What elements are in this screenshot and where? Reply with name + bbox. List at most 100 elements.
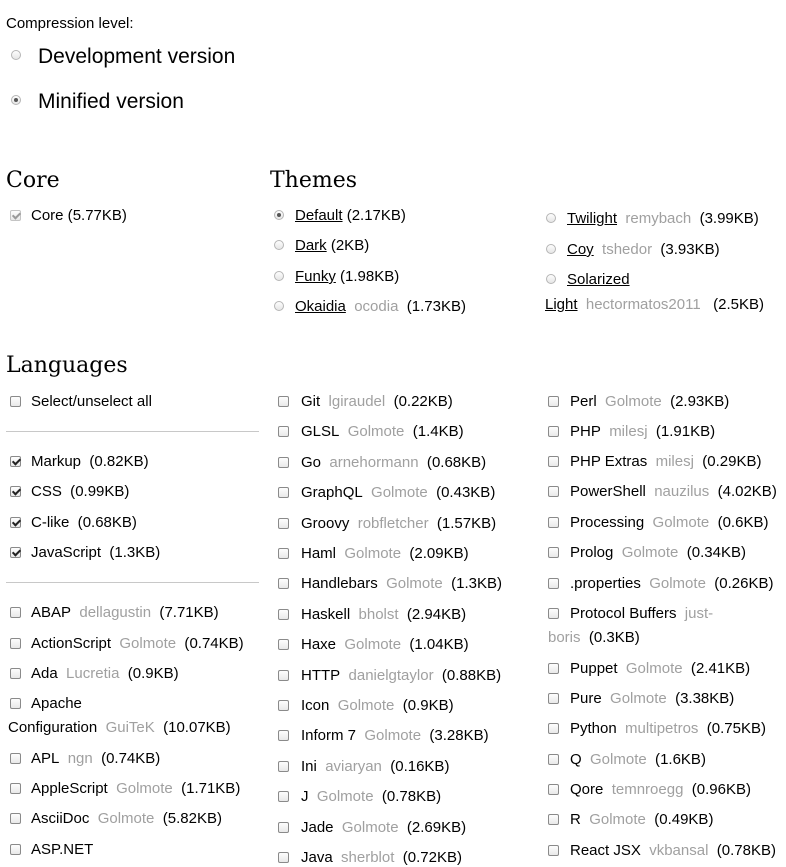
lang-col3-checkbox-4[interactable] <box>548 517 559 528</box>
lang-col2-checkbox-2[interactable] <box>278 457 289 468</box>
lang-col3-item[interactable]: PHP milesj (1.91KB) <box>570 423 715 441</box>
lang-col1-checkbox-0[interactable] <box>10 456 21 467</box>
theme-radio-coy[interactable] <box>546 244 556 254</box>
lang-col2-item[interactable]: HTTP danielgtaylor (0.88KB) <box>301 667 501 685</box>
lang-col3-item[interactable]: PHP Extras milesj (0.29KB) <box>570 453 762 471</box>
lang-col1-checkbox-7[interactable] <box>10 698 21 709</box>
lang-col3-checkbox-14[interactable] <box>548 845 559 856</box>
lang-col2-item[interactable]: Java sherblot (0.72KB) <box>301 849 462 867</box>
lang-col1-item[interactable]: CSS (0.99KB) <box>31 483 129 501</box>
theme-coy[interactable]: Coy tshedor (3.93KB) <box>567 241 720 259</box>
theme-radio-default[interactable] <box>274 210 284 220</box>
lang-col3-checkbox-5[interactable] <box>548 547 559 558</box>
lang-col3-item[interactable]: Pure Golmote (3.38KB) <box>570 690 734 708</box>
lang-col2-checkbox-1[interactable] <box>278 426 289 437</box>
lang-col1-checkbox-11[interactable] <box>10 844 21 855</box>
lang-col1-item[interactable]: JavaScript (1.3KB) <box>31 544 160 562</box>
lang-col3-item[interactable]: Python multipetros (0.75KB) <box>570 720 766 738</box>
lang-col2-checkbox-0[interactable] <box>278 396 289 407</box>
lang-col1-item[interactable]: ASP.NET <box>31 841 93 859</box>
lang-col3-item[interactable]: R Golmote (0.49KB) <box>570 811 713 829</box>
radio-minified[interactable] <box>11 95 21 105</box>
lang-col3-checkbox-11[interactable] <box>548 754 559 765</box>
lang-col3-checkbox-12[interactable] <box>548 784 559 795</box>
lang-col2-item[interactable]: Icon Golmote (0.9KB) <box>301 697 454 715</box>
theme-default[interactable]: Default (2.17KB) <box>295 207 406 225</box>
lang-col2-checkbox-3[interactable] <box>278 487 289 498</box>
lang-col2-item[interactable]: GLSL Golmote (1.4KB) <box>301 423 464 441</box>
lang-col2-checkbox-8[interactable] <box>278 639 289 650</box>
lang-col2-checkbox-5[interactable] <box>278 548 289 559</box>
lang-col3-item[interactable]: Qore temnroegg (0.96KB) <box>570 781 751 799</box>
theme-okaidia[interactable]: Okaidia ocodia (1.73KB) <box>295 298 466 316</box>
lang-col2-checkbox-11[interactable] <box>278 730 289 741</box>
lang-col2-item[interactable]: Jade Golmote (2.69KB) <box>301 819 466 837</box>
lang-col3-checkbox-9[interactable] <box>548 693 559 704</box>
lang-col2-checkbox-15[interactable] <box>278 852 289 863</box>
lang-col2-item[interactable]: Groovy robfletcher (1.57KB) <box>301 515 496 533</box>
lang-col1-item[interactable]: Markup (0.82KB) <box>31 453 149 471</box>
lang-col2-checkbox-4[interactable] <box>278 518 289 529</box>
lang-col3-item[interactable]: Processing Golmote (0.6KB) <box>570 514 768 532</box>
lang-col2-checkbox-12[interactable] <box>278 761 289 772</box>
lang-col3-checkbox-13[interactable] <box>548 814 559 825</box>
lang-col3-item[interactable]: PowerShell nauzilus (4.02KB) <box>570 483 777 501</box>
lang-col1-item[interactable]: Ada Lucretia (0.9KB) <box>31 665 179 683</box>
select-all-label[interactable]: Select/unselect all <box>31 393 152 411</box>
lang-col1-item[interactable]: AppleScript Golmote (1.71KB) <box>31 780 240 798</box>
lang-col1-item[interactable]: Apache <box>31 695 82 713</box>
lang-col2-item[interactable]: Haskell bholst (2.94KB) <box>301 606 466 624</box>
lang-col3-item[interactable]: Q Golmote (1.6KB) <box>570 751 706 769</box>
lang-col2-checkbox-6[interactable] <box>278 578 289 589</box>
select-all-checkbox[interactable] <box>10 396 21 407</box>
lang-col2-item[interactable]: Haml Golmote (2.09KB) <box>301 545 469 563</box>
lang-col2-item[interactable]: Go arnehormann (0.68KB) <box>301 454 486 472</box>
theme-radio-okaidia[interactable] <box>274 301 284 311</box>
lang-col3-checkbox-1[interactable] <box>548 426 559 437</box>
lang-col3-item[interactable]: Protocol Buffers just- <box>570 605 713 623</box>
lang-col3-checkbox-8[interactable] <box>548 663 559 674</box>
lang-col1-checkbox-4[interactable] <box>10 607 21 618</box>
theme-radio-funky[interactable] <box>274 271 284 281</box>
lang-col1-checkbox-8[interactable] <box>10 753 21 764</box>
lang-col3-checkbox-2[interactable] <box>548 456 559 467</box>
lang-col3-checkbox-3[interactable] <box>548 486 559 497</box>
lang-col1-checkbox-1[interactable] <box>10 486 21 497</box>
lang-col1-checkbox-9[interactable] <box>10 783 21 794</box>
lang-col1-checkbox-2[interactable] <box>10 517 21 528</box>
lang-col3-item[interactable]: Perl Golmote (2.93KB) <box>570 393 729 411</box>
theme-radio-solarized[interactable] <box>546 274 556 284</box>
lang-col1-checkbox-3[interactable] <box>10 547 21 558</box>
lang-col2-item[interactable]: J Golmote (0.78KB) <box>301 788 441 806</box>
theme-radio-dark[interactable] <box>274 240 284 250</box>
theme-solarized-cont[interactable]: Light hectormatos2011 (2.5KB) <box>545 296 764 314</box>
theme-solarized[interactable]: Solarized <box>567 271 630 289</box>
theme-twilight[interactable]: Twilight remybach (3.99KB) <box>567 210 759 228</box>
theme-radio-twilight[interactable] <box>546 213 556 223</box>
lang-col2-item[interactable]: Git lgiraudel (0.22KB) <box>301 393 453 411</box>
lang-col3-checkbox-0[interactable] <box>548 396 559 407</box>
lang-col3-item[interactable]: .properties Golmote (0.26KB) <box>570 575 773 593</box>
lang-col2-checkbox-13[interactable] <box>278 791 289 802</box>
lang-col1-checkbox-6[interactable] <box>10 668 21 679</box>
lang-col2-checkbox-9[interactable] <box>278 670 289 681</box>
theme-funky[interactable]: Funky (1.98KB) <box>295 268 399 286</box>
lang-col2-item[interactable]: Inform 7 Golmote (3.28KB) <box>301 727 489 745</box>
lang-col2-item[interactable]: Handlebars Golmote (1.3KB) <box>301 575 502 593</box>
theme-dark[interactable]: Dark (2KB) <box>295 237 369 255</box>
lang-col1-item[interactable]: AsciiDoc Golmote (5.82KB) <box>31 810 222 828</box>
lang-col2-item[interactable]: Haxe Golmote (1.04KB) <box>301 636 469 654</box>
lang-col2-item[interactable]: GraphQL Golmote (0.43KB) <box>301 484 495 502</box>
lang-col3-checkbox-7[interactable] <box>548 608 559 619</box>
radio-development[interactable] <box>11 50 21 60</box>
lang-col1-checkbox-10[interactable] <box>10 813 21 824</box>
lang-col1-checkbox-5[interactable] <box>10 638 21 649</box>
lang-col3-item[interactable]: Puppet Golmote (2.41KB) <box>570 660 750 678</box>
lang-col1-item[interactable]: ActionScript Golmote (0.74KB) <box>31 635 244 653</box>
lang-col3-item[interactable]: React JSX vkbansal (0.78KB) <box>570 842 776 860</box>
lang-col2-checkbox-14[interactable] <box>278 822 289 833</box>
lang-col2-item[interactable]: Ini aviaryan (0.16KB) <box>301 758 449 776</box>
lang-col2-checkbox-10[interactable] <box>278 700 289 711</box>
lang-col1-item-cont[interactable]: Configuration GuiTeK (10.07KB) <box>8 719 231 737</box>
lang-col1-item[interactable]: C-like (0.68KB) <box>31 514 137 532</box>
